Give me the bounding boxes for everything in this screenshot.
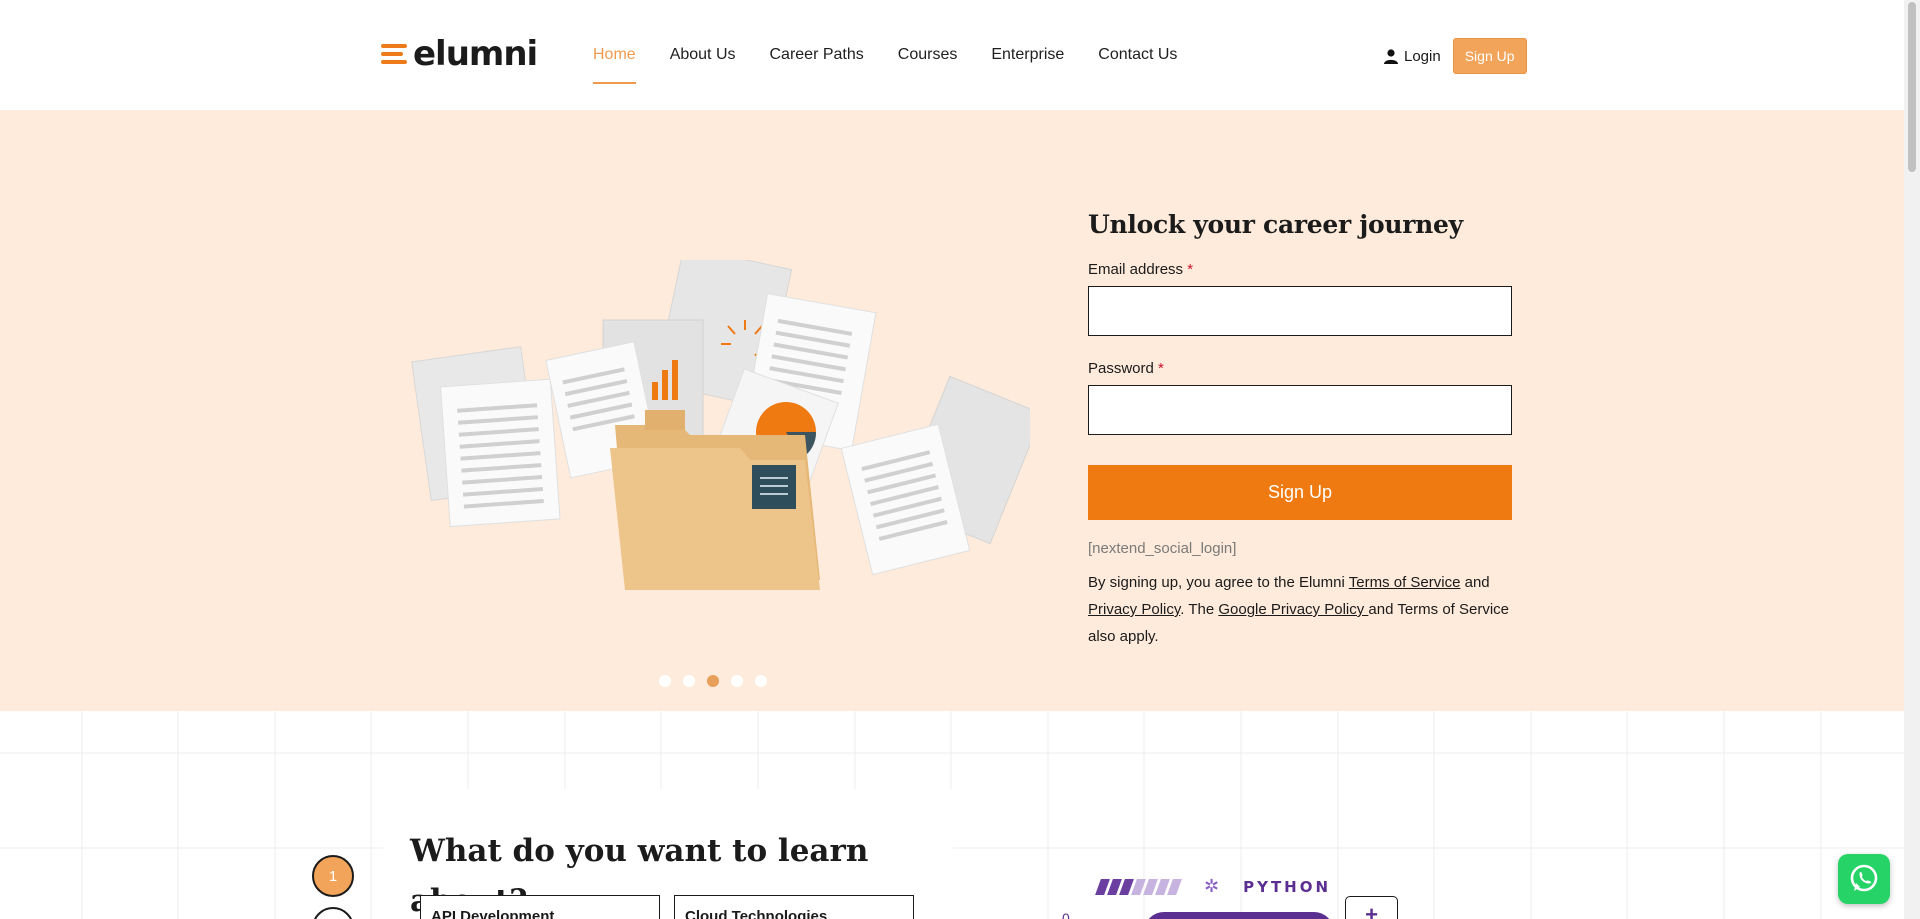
page: elumni Home About Us Career Paths Course… — [0, 0, 1920, 919]
legal-notice: By signing up, you agree to the Elumni T… — [1088, 569, 1512, 650]
step-badge-1: 1 — [312, 855, 354, 897]
stripes-decoration-icon — [1095, 878, 1182, 895]
gear-icon: ✲ — [1204, 876, 1220, 896]
login-link[interactable]: Login — [1384, 48, 1441, 65]
email-label-text: Email address — [1088, 261, 1184, 278]
logo-mark-icon — [381, 42, 407, 66]
header-signup-button[interactable]: Sign Up — [1452, 38, 1527, 74]
terms-of-service-link[interactable]: Terms of Service — [1349, 574, 1461, 591]
site-logo[interactable]: elumni — [381, 34, 538, 74]
topic-api-development[interactable]: API Development — [420, 895, 660, 919]
social-login-shortcode: [nextend_social_login] — [1088, 540, 1237, 557]
whatsapp-chat-button[interactable] — [1838, 854, 1890, 904]
python-counter: 0 — [1062, 910, 1070, 919]
password-label: Password * — [1088, 360, 1512, 377]
carousel-dot-active[interactable] — [707, 675, 719, 687]
grid-background — [0, 711, 1904, 919]
learn-section: What do you want to learn about? 1 API D… — [0, 711, 1904, 919]
legal-prefix: By signing up, you agree to the Elumni — [1088, 574, 1349, 591]
login-label: Login — [1404, 47, 1441, 65]
scrollbar-thumb[interactable] — [1908, 2, 1916, 172]
page-scrollbar[interactable] — [1904, 0, 1920, 919]
python-progress-pill — [1144, 912, 1334, 919]
nav-item-career-paths[interactable]: Career Paths — [770, 46, 864, 64]
learn-title: What do you want to learn about? — [383, 826, 953, 919]
nav-item-contact-us[interactable]: Contact Us — [1098, 46, 1177, 64]
add-button[interactable]: + — [1345, 896, 1398, 919]
main-nav: Home About Us Career Paths Courses Enter… — [593, 0, 1211, 110]
carousel-dot[interactable] — [755, 675, 767, 687]
carousel-dot[interactable] — [659, 675, 671, 687]
site-header: elumni Home About Us Career Paths Course… — [0, 0, 1904, 110]
auth-links: Login Sign Up — [1384, 38, 1527, 74]
nav-item-home[interactable]: Home — [593, 46, 636, 84]
signup-submit-button[interactable]: Sign Up — [1088, 465, 1512, 520]
whatsapp-icon — [1850, 864, 1878, 892]
logo-text: elumni — [413, 34, 538, 74]
privacy-policy-link[interactable]: Privacy Policy — [1088, 601, 1180, 618]
carousel-dot[interactable] — [731, 675, 743, 687]
nav-item-about-us[interactable]: About Us — [670, 46, 736, 64]
nav-item-enterprise[interactable]: Enterprise — [991, 46, 1064, 64]
required-mark: * — [1187, 261, 1194, 278]
google-privacy-policy-link[interactable]: Google Privacy Policy — [1218, 601, 1368, 618]
legal-and: and — [1460, 574, 1490, 591]
nav-item-courses[interactable]: Courses — [898, 46, 958, 64]
python-banner: ✲ PYTHON — [1095, 876, 1332, 897]
hero-section: Unlock your career journey Email address… — [0, 110, 1904, 711]
required-mark: * — [1158, 360, 1164, 377]
legal-the: . The — [1180, 601, 1219, 618]
form-title: Unlock your career journey — [1088, 210, 1463, 239]
password-label-text: Password — [1088, 360, 1154, 377]
python-label: PYTHON — [1243, 877, 1332, 896]
carousel-dot[interactable] — [683, 675, 695, 687]
user-icon — [1384, 48, 1398, 64]
topic-cloud-technologies[interactable]: Cloud Technologies — [674, 895, 914, 919]
email-label: Email address * — [1088, 261, 1512, 278]
carousel-dots — [659, 675, 779, 687]
password-field[interactable] — [1088, 385, 1512, 435]
email-field[interactable] — [1088, 286, 1512, 336]
documents-folder-illustration — [411, 260, 1030, 590]
signup-form: Unlock your career journey Email address… — [1088, 210, 1512, 650]
